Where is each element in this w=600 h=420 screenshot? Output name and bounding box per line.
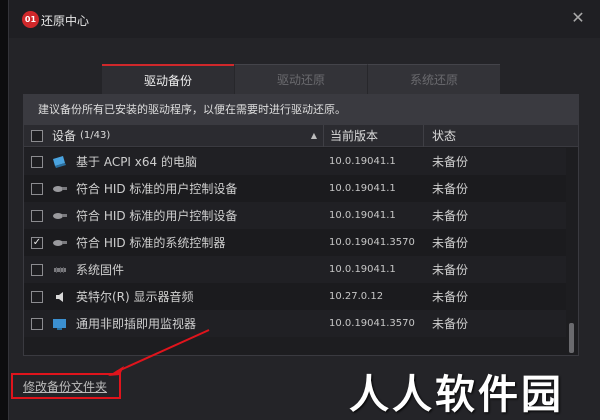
restore-center-window: 01 还原中心 ✕ 驱动备份 驱动还原 系统还原 建议备份所有已安装的驱动程序，… [8, 0, 600, 420]
device-version: 10.27.0.12 [329, 291, 384, 302]
panel-description: 建议备份所有已安装的驱动程序，以便在需要时进行驱动还原。 [24, 95, 578, 125]
device-version: 10.0.19041.1 [329, 156, 396, 167]
table-row[interactable]: 英特尔(R) 显示器音频 10.27.0.12 未备份 [24, 283, 566, 310]
row-checkbox[interactable] [31, 317, 43, 330]
device-version: 10.0.19041.1 [329, 210, 396, 221]
device-status: 未备份 [432, 209, 469, 223]
close-icon[interactable]: ✕ [570, 10, 586, 26]
device-version: 10.0.19041.3570 [329, 318, 415, 329]
device-name: 符合 HID 标准的用户控制设备 [76, 182, 238, 196]
device-status: 未备份 [432, 317, 469, 331]
select-all-checkbox[interactable] [31, 129, 43, 142]
watermark-text: 人人软件园 [349, 372, 564, 418]
driver-backup-panel: 建议备份所有已安装的驱动程序，以便在需要时进行驱动还原。 设备 (1/43) ▲… [23, 94, 579, 356]
driver-list: 基于 ACPI x64 的电脑 10.0.19041.1 未备份 符合 HID … [24, 148, 566, 355]
sort-asc-icon[interactable]: ▲ [311, 131, 317, 140]
header-version[interactable]: 当前版本 [324, 124, 424, 147]
header-count: (1/43) [80, 130, 111, 141]
device-name: 符合 HID 标准的系统控制器 [76, 236, 226, 250]
device-status: 未备份 [432, 263, 469, 277]
table-row[interactable]: ✓ 符合 HID 标准的系统控制器 10.0.19041.3570 未备份 [24, 229, 566, 256]
scrollbar-thumb[interactable] [569, 323, 574, 353]
device-status: 未备份 [432, 236, 469, 250]
table-row[interactable]: 符合 HID 标准的用户控制设备 10.0.19041.1 未备份 [24, 175, 566, 202]
hid-device-icon [53, 239, 67, 246]
device-version: 10.0.19041.1 [329, 183, 396, 194]
firmware-icon [54, 266, 66, 273]
table-row[interactable]: 系统固件 10.0.19041.1 未备份 [24, 256, 566, 283]
annotation-arrow-icon [108, 329, 210, 376]
app-logo-icon: 01 [22, 11, 39, 28]
device-name: 基于 ACPI x64 的电脑 [76, 155, 197, 169]
device-version: 10.0.19041.1 [329, 264, 396, 275]
header-device: 设备 (1/43) ▲ [24, 124, 324, 147]
title-bar: 01 还原中心 ✕ [9, 0, 600, 38]
table-row[interactable]: 符合 HID 标准的用户控制设备 10.0.19041.1 未备份 [24, 202, 566, 229]
table-header: 设备 (1/43) ▲ 当前版本 状态 [24, 124, 578, 147]
row-checkbox[interactable] [31, 263, 43, 276]
device-status: 未备份 [432, 182, 469, 196]
hid-device-icon [53, 185, 67, 192]
tab-driver-backup[interactable]: 驱动备份 [102, 64, 234, 94]
tab-driver-restore[interactable]: 驱动还原 [234, 64, 367, 94]
row-checkbox[interactable] [31, 155, 43, 168]
device-version: 10.0.19041.3570 [329, 237, 415, 248]
hid-device-icon [53, 212, 67, 219]
table-row[interactable]: 基于 ACPI x64 的电脑 10.0.19041.1 未备份 [24, 148, 566, 175]
computer-icon [53, 155, 66, 168]
scrollbar[interactable] [568, 148, 576, 355]
device-status: 未备份 [432, 290, 469, 304]
monitor-icon [53, 318, 66, 330]
device-name: 英特尔(R) 显示器音频 [76, 290, 194, 304]
row-checkbox[interactable] [31, 290, 43, 303]
header-status[interactable]: 状态 [424, 125, 564, 147]
tab-bar: 驱动备份 驱动还原 系统还原 [102, 64, 500, 94]
tab-system-restore[interactable]: 系统还原 [367, 64, 500, 94]
header-device-label: 设备 [52, 129, 77, 143]
device-name: 符合 HID 标准的用户控制设备 [76, 209, 238, 223]
device-name: 系统固件 [76, 263, 125, 277]
row-checkbox[interactable] [31, 182, 43, 195]
window-title: 还原中心 [41, 14, 90, 28]
audio-icon [56, 291, 63, 302]
row-checkbox[interactable] [31, 209, 43, 222]
row-checkbox-checked[interactable]: ✓ [31, 236, 43, 249]
device-status: 未备份 [432, 155, 469, 169]
